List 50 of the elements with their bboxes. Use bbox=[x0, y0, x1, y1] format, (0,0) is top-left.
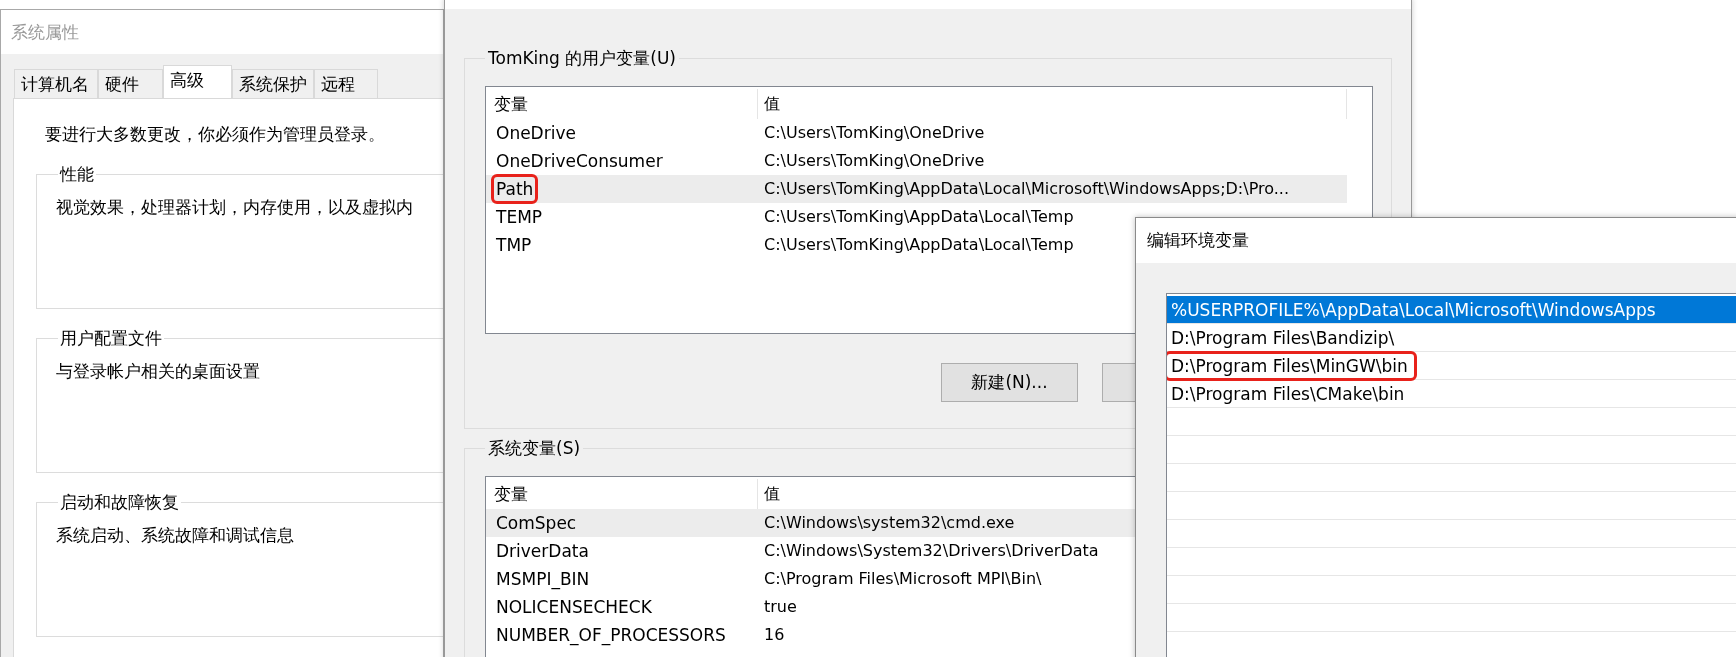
list-item[interactable]: D:\Program Files\MinGW\bin bbox=[1167, 352, 1736, 380]
tab[interactable]: 高级 bbox=[163, 65, 232, 98]
variable-name: Path bbox=[494, 177, 536, 201]
variable-name: TEMP bbox=[495, 206, 544, 229]
tab[interactable]: 远程 bbox=[314, 69, 378, 98]
tab[interactable]: 计算机名 bbox=[14, 69, 98, 98]
tab[interactable]: 硬件 bbox=[98, 69, 163, 98]
variable-name: TMP bbox=[495, 234, 533, 257]
group-title: 启动和故障恢复 bbox=[59, 491, 180, 514]
variable-value: C:\Windows\System32\Drivers\DriverData bbox=[763, 540, 1099, 562]
variable-name: OneDriveConsumer bbox=[495, 150, 664, 173]
variable-value: true bbox=[763, 596, 797, 618]
variable-name: DriverData bbox=[495, 540, 590, 563]
list-item[interactable]: D:\Program Files\Bandizip\ bbox=[1167, 324, 1736, 352]
new-button[interactable]: 新建(N)... bbox=[941, 363, 1078, 402]
list-row[interactable]: Path C:\Users\TomKing\AppData\Local\Microsoft\WindowsApps;D:\Pro... bbox=[486, 175, 1347, 203]
column-header[interactable]: 值 bbox=[758, 89, 1347, 119]
path-entry: D:\Program Files\MinGW\bin bbox=[1167, 353, 1414, 378]
tab[interactable]: 系统保护 bbox=[232, 69, 314, 98]
group-title: 性能 bbox=[58, 163, 95, 186]
variable-name: NOLICENSECHECK bbox=[495, 596, 653, 619]
path-entry: D:\Program Files\Bandizip\ bbox=[1170, 326, 1396, 350]
variable-name: MSMPI_BIN bbox=[495, 568, 591, 591]
variable-value: C:\Users\TomKing\AppData\Local\Microsoft\WindowsApps;D:\Pro... bbox=[763, 178, 1289, 200]
path-entry: %USERPROFILE%\AppData\Local\Microsoft\WindowsApps bbox=[1170, 298, 1657, 322]
list-item[interactable]: D:\Program Files\CMake\bin bbox=[1167, 380, 1736, 408]
group-title: TomKing 的用户变量(U) bbox=[487, 47, 677, 70]
variable-value: 16 bbox=[763, 624, 785, 646]
variable-name: OneDrive bbox=[495, 122, 577, 145]
notice-text: 要进行大多数更改，你必须作为管理员登录。 bbox=[44, 123, 386, 145]
window-title: 编辑环境变量 bbox=[1147, 229, 1249, 252]
variable-value: C:\Users\TomKing\OneDrive bbox=[763, 150, 985, 172]
path-entry: D:\Program Files\CMake\bin bbox=[1170, 382, 1406, 406]
group-description: 视觉效果，处理器计划，内存使用，以及虚拟内 bbox=[56, 196, 414, 219]
group-description: 与登录帐户相关的桌面设置 bbox=[56, 360, 261, 383]
variable-value: C:\Program Files\Microsoft MPI\Bin\ bbox=[763, 568, 1042, 590]
variable-name: ComSpec bbox=[495, 512, 578, 535]
variable-name: NUMBER_OF_PROCESSORS bbox=[495, 624, 727, 647]
column-header[interactable]: 变量 bbox=[486, 89, 758, 119]
variable-value: C:\Windows\system32\cmd.exe bbox=[763, 512, 1015, 534]
list-row[interactable]: OneDrive C:\Users\TomKing\OneDrive bbox=[486, 119, 1347, 147]
variable-value: C:\Users\TomKing\AppData\Local\Temp bbox=[763, 234, 1074, 256]
group-description: 系统启动、系统故障和调试信息 bbox=[56, 524, 295, 547]
variable-value: C:\Users\TomKing\OneDrive bbox=[763, 122, 985, 144]
group-title: 系统变量(S) bbox=[487, 437, 582, 460]
list-item[interactable]: %USERPROFILE%\AppData\Local\Microsoft\WindowsApps bbox=[1167, 296, 1736, 324]
window-title: 系统属性 bbox=[11, 20, 79, 44]
list-row[interactable]: OneDriveConsumer C:\Users\TomKing\OneDrive bbox=[486, 147, 1347, 175]
variable-value: C:\Users\TomKing\AppData\Local\Temp bbox=[763, 206, 1074, 228]
group-title: 用户配置文件 bbox=[59, 327, 163, 350]
